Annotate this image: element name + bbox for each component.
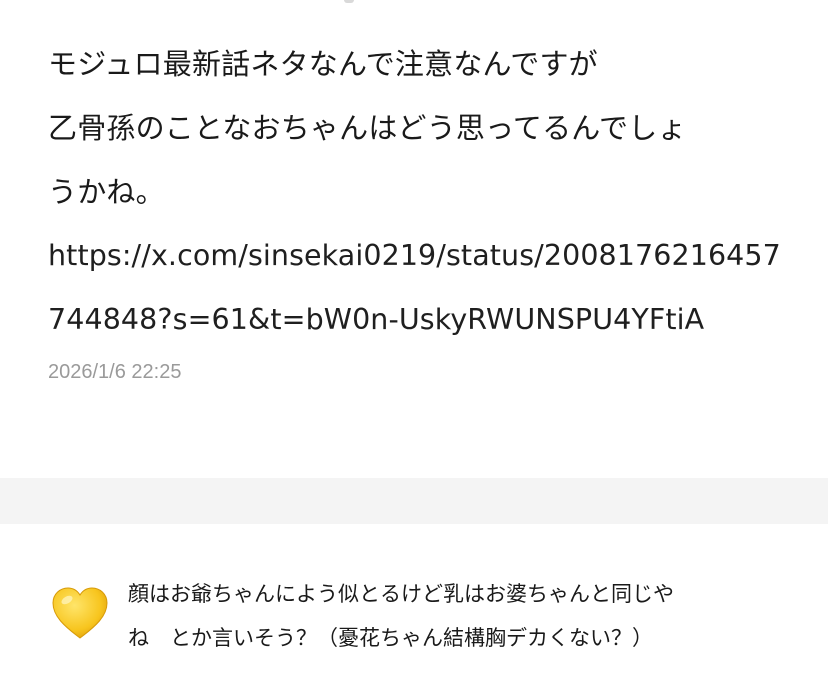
yellow-heart-icon <box>50 584 110 644</box>
reply-text: 顔はお爺ちゃんによう似とるけど乳はお婆ちゃんと同じや ね とか言いそう？（憂花ち… <box>128 572 818 660</box>
post-link[interactable]: 744848?s=61&t=bW0n-UskyRWUNSPU4YFtiA <box>48 288 808 352</box>
reply-item: 顔はお爺ちゃんによう似とるけど乳はお婆ちゃんと同じや ね とか言いそう？（憂花ち… <box>0 524 828 676</box>
reply-text-line: ね とか言いそう？（憂花ちゃん結構胸デカくない？） <box>128 626 653 650</box>
post-timestamp: 2026/1/6 22:25 <box>48 361 182 383</box>
post-text-line: モジュロ最新話ネタなんで注意なんですが <box>48 47 598 81</box>
post-text-line: 乙骨孫のことなおちゃんはどう思ってるんでしょ <box>48 111 687 145</box>
post-link[interactable]: https://x.com/sinsekai0219/status/200817… <box>48 224 808 288</box>
post-message: モジュロ最新話ネタなんで注意なんですが 乙骨孫のことなおちゃんはどう思ってるんで… <box>48 32 808 352</box>
reply-text-line: 顔はお爺ちゃんによう似とるけど乳はお婆ちゃんと同じや <box>128 582 674 606</box>
top-edge-indicator <box>344 0 354 3</box>
post-text-line: うかね。 <box>48 175 165 209</box>
section-divider <box>0 478 828 524</box>
